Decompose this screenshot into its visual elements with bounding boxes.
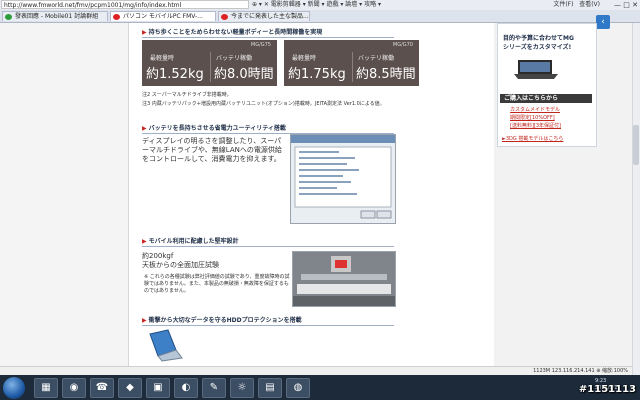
tab-label: 發表回應 - Mobile01 討論群組 bbox=[15, 13, 99, 20]
bullet-arrow-icon: ▶ bbox=[142, 125, 147, 132]
utility-screenshot bbox=[290, 134, 396, 224]
site-favicon-icon bbox=[113, 14, 120, 20]
close-icon[interactable]: ✕ bbox=[632, 1, 638, 9]
model-label: MG/G70 bbox=[392, 42, 413, 48]
pressure-test-photo bbox=[292, 251, 396, 307]
pressure-value: 約200kgf bbox=[142, 252, 174, 260]
minimize-icon[interactable]: — bbox=[614, 1, 621, 9]
model-label: MG/G75 bbox=[250, 42, 271, 48]
spec-box-g75: MG/G75 最軽量時 バッテリ稼働 約1.52kg 約8.0時間 bbox=[142, 40, 277, 86]
weight-label: 最軽量時 bbox=[292, 55, 317, 62]
section-title-hdd: ▶ 衝撃から大切なデータを守るHDDプロテクションを搭載 bbox=[142, 315, 394, 326]
3dg-model-link[interactable]: ►3DG 搭載モデルはこちら bbox=[502, 135, 563, 142]
promo-line-1: 目的や予算に合わせてMG bbox=[503, 35, 574, 42]
discount-link[interactable]: 期間限定[10%OFF] bbox=[510, 114, 555, 121]
watermark-text: #1151113 bbox=[578, 384, 636, 395]
section-title-text: モバイル利用に配慮した堅牢設計 bbox=[148, 238, 239, 245]
tab-products[interactable]: 今までに発表した主な製品... bbox=[218, 11, 310, 21]
battery-description: ディスプレイの明るさを調整したり、スーパーマルチドライブや、無線LANへの電源供… bbox=[142, 137, 282, 163]
toolbar-links[interactable]: ⊕ ▾ ✕ 電影剪輯器 ▾ 新聞 ▾ 遊戲 ▾ 論壇 ▾ 攻略 ▾ bbox=[252, 0, 381, 10]
purchase-button[interactable]: ご購入はこちらから bbox=[500, 94, 592, 103]
bullet-arrow-icon: ▶ bbox=[142, 29, 147, 36]
tab-bar: 發表回應 - Mobile01 討論群組 パソコン モバイルPC FMV-...… bbox=[0, 10, 640, 23]
taskbar-app-icon[interactable]: ☎ bbox=[90, 378, 114, 398]
taskbar-app-icon[interactable]: ☼ bbox=[230, 378, 254, 398]
section-title-weight: ▶ 持ち歩くことをためらわせない軽量ボディーと長時間稼働を実現 bbox=[142, 27, 394, 38]
footnote-battery: 注3 内蔵バッテリパック+増設用内蔵バッテリユニット(オプション)搭載時。JEI… bbox=[142, 101, 385, 107]
tab-fmv[interactable]: パソコン モバイルPC FMV-... bbox=[110, 11, 216, 21]
custom-model-link[interactable]: カスタムメイドモデル bbox=[510, 106, 560, 113]
tab-label: パソコン モバイルPC FMV-... bbox=[123, 13, 203, 20]
weight-value: 約1.75kg bbox=[288, 67, 346, 82]
battery-label: バッテリ稼働 bbox=[358, 55, 395, 62]
weight-label: 最軽量時 bbox=[150, 55, 175, 62]
promo-line-2: シリーズをカスタマイズ! bbox=[503, 44, 572, 51]
spec-divider bbox=[352, 52, 353, 82]
vertical-scrollbar[interactable] bbox=[632, 23, 640, 375]
taskbar-app-icon[interactable]: ◆ bbox=[118, 378, 142, 398]
taskbar-app-icon[interactable]: ▣ bbox=[146, 378, 170, 398]
bullet-arrow-icon: ▶ bbox=[142, 238, 147, 245]
start-button[interactable] bbox=[3, 377, 25, 399]
status-text: 1123M 123.116.214.141 ⊕ 缩放:100% bbox=[533, 368, 628, 374]
battery-value: 約8.5時間 bbox=[356, 67, 416, 82]
menu-view[interactable]: 查看(V) bbox=[579, 1, 600, 8]
spec-divider bbox=[210, 52, 211, 82]
bullet-arrow-icon: ▶ bbox=[142, 317, 147, 324]
tab-label: 今までに発表した主な製品... bbox=[231, 13, 309, 20]
test-footnote: ※ これらの各種試験は弊社評価値の試験であり、重度故障時の試験ではありません。ま… bbox=[144, 274, 290, 294]
spec-box-g70: MG/G70 最軽量時 バッテリ稼働 約1.75kg 約8.5時間 bbox=[284, 40, 419, 86]
section-title-text: 持ち歩くことをためらわせない軽量ボディーと長時間稼働を実現 bbox=[148, 29, 323, 36]
pressure-machine-image bbox=[293, 252, 395, 306]
page-left-margin bbox=[0, 23, 128, 375]
section-title-text: 衝撃から大切なデータを守るHDDプロテクションを搭載 bbox=[148, 317, 302, 324]
battery-label: バッテリ稼働 bbox=[216, 55, 253, 62]
section-title-battery: ▶ バッテリを長持ちさせる省電力ユーティリティ搭載 bbox=[142, 123, 394, 134]
taskbar-app-icon[interactable]: ✎ bbox=[202, 378, 226, 398]
window-controls: — □ ✕ bbox=[614, 0, 638, 10]
maximize-icon[interactable]: □ bbox=[623, 1, 630, 9]
utility-window-image bbox=[291, 135, 395, 219]
menu-bar: 文件(F) 查看(V) bbox=[553, 0, 600, 10]
taskbar-app-icon[interactable]: ◉ bbox=[62, 378, 86, 398]
site-favicon-icon bbox=[5, 14, 12, 20]
menu-file[interactable]: 文件(F) bbox=[553, 1, 573, 8]
scrollbar-thumb[interactable] bbox=[633, 125, 639, 165]
shipping-link[interactable]: [送料無料][3年保証付] bbox=[510, 122, 561, 129]
site-favicon-icon bbox=[221, 14, 228, 20]
battery-value: 約8.0時間 bbox=[214, 67, 274, 82]
section-title-mobile: ▶ モバイル利用に配慮した堅牢設計 bbox=[142, 236, 394, 247]
taskbar-app-icon[interactable]: ◐ bbox=[174, 378, 198, 398]
promo-laptop-image bbox=[514, 60, 558, 79]
taskbar-app-icon[interactable]: ◍ bbox=[286, 378, 310, 398]
pressure-test: 天板からの全面加圧試験 bbox=[142, 261, 219, 269]
back-arrow-button[interactable]: ‹ bbox=[596, 15, 610, 29]
url-input[interactable]: http://www.fmworld.net/fmv/pcpm1001/mg/i… bbox=[1, 0, 249, 9]
weight-value: 約1.52kg bbox=[146, 67, 204, 82]
taskbar-app-icon[interactable]: ▦ bbox=[34, 378, 58, 398]
taskbar-app-icon[interactable]: ▤ bbox=[258, 378, 282, 398]
tab-mobile01[interactable]: 發表回應 - Mobile01 討論群組 bbox=[2, 11, 108, 21]
page-gutter bbox=[411, 23, 494, 375]
section-title-text: バッテリを長持ちさせる省電力ユーティリティ搭載 bbox=[148, 125, 286, 132]
laptop-illustration bbox=[149, 329, 183, 362]
footnote-drive: 注2 スーパーマルチドライブ非搭載時。 bbox=[142, 92, 232, 98]
